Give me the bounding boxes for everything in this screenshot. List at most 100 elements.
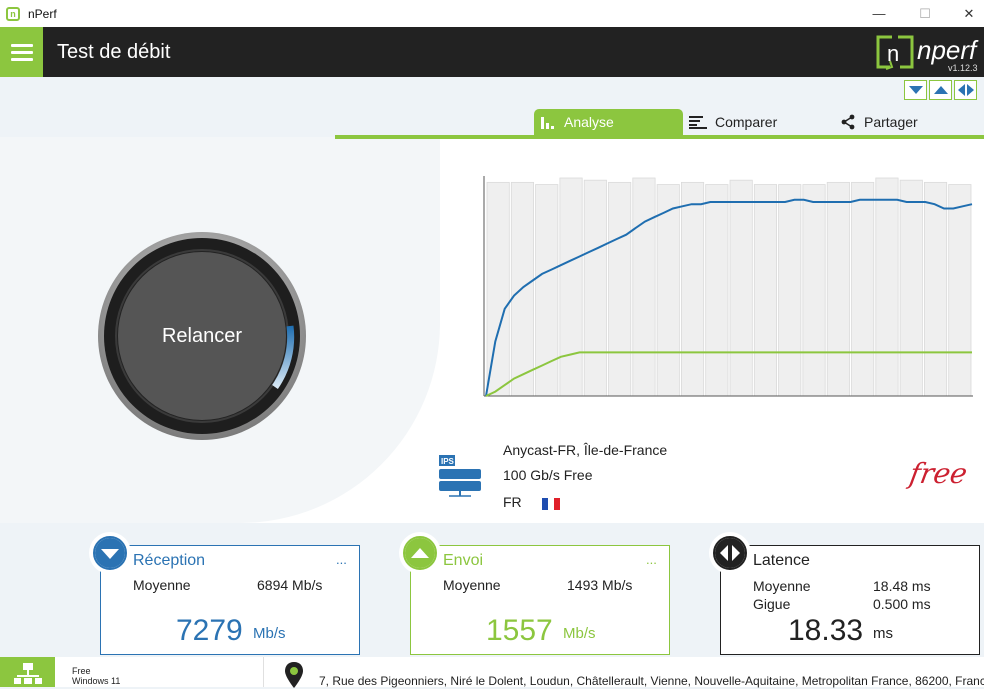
speed-gauge: Relancer [97,229,307,443]
app-header: Test de débit n nperf v1.12.3 [0,27,984,77]
minimize-button[interactable]: — [856,0,902,27]
logo-text: nperf [917,35,979,65]
download-arrow-icon [95,538,125,568]
server-capacity: 100 Gb/s Free [503,467,593,483]
france-flag-icon [541,497,560,511]
expand-horizontal-button[interactable] [954,80,977,100]
menu-bar-icon [10,50,33,54]
envoi-badge [399,532,441,574]
chart-background-bar [608,181,632,397]
chart-background-bar [656,184,680,397]
download-speed-line [485,198,973,397]
view-toggle-group [904,80,977,100]
chart-background-bar [948,184,972,397]
reception-menu-button[interactable]: ... [336,552,347,567]
envoi-title: Envoi [443,552,484,569]
page-title: Test de débit [57,41,171,63]
chart-background-bar [632,177,656,397]
left-right-arrows-icon [957,84,974,96]
chart-background-bar [826,181,850,397]
menu-bar-icon [10,43,33,47]
envoi-unit: Mb/s [563,625,596,642]
envoi-avg-label: Moyenne [443,577,501,593]
window-title: nPerf [28,6,57,21]
chart-background-bar [875,177,899,397]
envoi-big-value: 1557 [486,614,553,647]
latence-jitter-value: 0.500 ms [873,596,931,612]
reception-big-value: 7279 [176,614,243,647]
latence-unit: ms [873,625,893,642]
server-location: Anycast-FR, Île-de-France [503,442,668,458]
nperf-app-icon: n [6,6,20,21]
server-country: FR [503,494,522,510]
chart-background-bar [583,179,607,397]
chart-background-bar [851,181,875,397]
envoi-card[interactable]: Envoi ... Moyenne 1493 Mb/s 1557 Mb/s [399,532,670,655]
tab-partager[interactable]: Partager [840,109,980,135]
location-address: 7, Rue des Pigeonniers, Niré le Dolent, … [319,674,984,688]
menu-bar-icon [10,57,33,61]
relancer-button[interactable]: Relancer [97,229,307,443]
tab-bar: Analyse Comparer Partager [335,109,984,139]
tab-analyse[interactable]: Analyse [534,109,683,135]
latence-badge [709,532,751,574]
tab-label: Partager [864,114,918,130]
server-icon: IPS [439,455,481,497]
reception-unit: Mb/s [253,625,286,642]
upload-speed-line [485,351,972,397]
chart-background-bar [680,181,705,397]
connection-info: Free Windows 11 [72,666,120,686]
location-pin-icon [285,662,303,688]
collapse-up-button[interactable] [929,80,952,100]
reception-avg-label: Moyenne [133,577,191,593]
location-bar[interactable]: 7, Rue des Pigeonniers, Niré le Dolent, … [263,657,984,688]
upload-arrow-icon [405,538,435,568]
server-info: IPS Anycast-FR, Île-de-France 100 Gb/s F… [432,437,984,517]
chart-background-bar [559,177,583,397]
envoi-avg-value: 1493 Mb/s [567,577,633,593]
latency-arrows-icon [715,538,745,568]
chart-background-bar [802,184,826,397]
share-icon [841,114,855,130]
chart-background-bar [923,181,948,397]
latence-avg-value: 18.48 ms [873,578,931,594]
latence-card[interactable]: Latence Moyenne 18.48 ms Gigue 0.500 ms … [709,532,980,655]
chart-background-bar [753,184,777,397]
envoi-menu-button[interactable]: ... [646,552,657,567]
bar-chart-icon [541,117,554,129]
latence-big-value: 18.33 [788,614,864,647]
reception-badge [89,532,131,574]
network-status-button[interactable] [0,657,55,687]
window-titlebar: n nPerf — ☐ ✕ [0,0,984,27]
compare-list-icon [689,116,707,129]
isp-logo: free [907,457,970,490]
tab-label: Analyse [564,114,614,130]
tab-comparer[interactable]: Comparer [689,109,829,135]
isp-name: Free [72,666,91,676]
chart-background-bar [705,184,729,397]
collapse-down-button[interactable] [904,80,927,100]
app-version: v1.12.3 [948,63,978,73]
chart-background-bar [899,179,923,397]
reception-card[interactable]: Réception ... Moyenne 6894 Mb/s 7279 Mb/… [89,532,360,655]
maximize-button[interactable]: ☐ [902,0,948,27]
chart-background-bar [486,181,510,397]
triangle-down-icon [908,86,923,94]
tab-label: Comparer [715,114,778,130]
close-button[interactable]: ✕ [946,0,984,27]
ips-badge: IPS [441,457,455,466]
reception-avg-value: 6894 Mb/s [257,577,323,593]
svg-text:n: n [887,41,899,66]
network-icon [13,663,42,684]
chart-background-bar [729,179,753,397]
os-name: Windows 11 [72,676,121,686]
latence-jitter-label: Gigue [753,596,791,612]
hamburger-menu-button[interactable] [0,27,43,77]
status-footer: Free Windows 11 7, Rue des Pigeonniers, … [0,657,984,688]
latence-avg-label: Moyenne [753,578,811,594]
triangle-up-icon [933,86,948,94]
speed-chart [483,176,973,397]
reception-title: Réception [133,552,206,569]
chart-background-bar [778,184,802,397]
latence-title: Latence [753,552,810,569]
